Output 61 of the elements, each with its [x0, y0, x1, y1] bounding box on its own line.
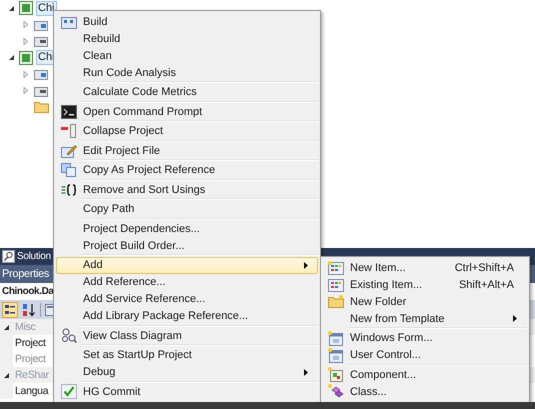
- menu-item[interactable]: Project Dependencies...: [56, 220, 318, 237]
- menu-item[interactable]: Collapse Project: [56, 122, 318, 140]
- references-icon[interactable]: [34, 35, 48, 48]
- properties-icon[interactable]: [34, 68, 48, 80]
- collapse-icon[interactable]: [3, 324, 10, 330]
- sort-icon[interactable]: [21, 302, 37, 318]
- braces-icon: [61, 182, 77, 196]
- build-icon: [61, 14, 77, 28]
- menu-item[interactable]: Add Library Package Reference...: [56, 308, 318, 324]
- menu-item[interactable]: Class...: [323, 383, 527, 400]
- menu-item[interactable]: New Item... Ctrl+Shift+A: [323, 259, 527, 276]
- class-icon: [328, 384, 344, 399]
- window-icon: [328, 330, 344, 346]
- menu-item[interactable]: Edit Project File: [56, 142, 318, 159]
- project-icon: [19, 1, 33, 16]
- menu-item[interactable]: Copy As Project Reference: [56, 162, 318, 178]
- menu-item[interactable]: Windows Form...: [323, 330, 527, 346]
- collapse-icon: [61, 124, 77, 138]
- tab-label[interactable]: Solution: [17, 251, 51, 262]
- menu-item[interactable]: Run Code Analysis: [56, 64, 318, 81]
- category-label: Misc: [15, 321, 36, 333]
- copy-icon: [61, 163, 77, 177]
- menu-item[interactable]: Remove and Sort Usings: [56, 181, 318, 198]
- folder-icon: [328, 295, 344, 308]
- menu-item[interactable]: Build: [56, 13, 318, 30]
- menu-item[interactable]: Add Service Reference...: [56, 290, 318, 308]
- class-diagram-icon: [61, 328, 77, 343]
- check-icon: [61, 384, 77, 399]
- object-name: Chinook.Da: [2, 286, 54, 297]
- console-icon: [61, 104, 77, 118]
- new-item-icon: [328, 260, 344, 274]
- properties-icon[interactable]: [34, 18, 48, 31]
- menu-item[interactable]: New from Template: [323, 310, 527, 327]
- menu-item[interactable]: Clean: [56, 47, 318, 64]
- control-icon: [328, 348, 344, 362]
- menu-item[interactable]: Rebuild: [56, 30, 318, 47]
- tree-node-label[interactable]: Chi: [36, 0, 57, 16]
- menu-item[interactable]: Set as StartUp Project: [56, 346, 318, 364]
- menu-item[interactable]: HG Commit: [56, 383, 318, 400]
- edit-icon: [61, 144, 77, 158]
- existing-item-icon: [328, 278, 344, 292]
- project-icon: [19, 50, 33, 65]
- menu-item[interactable]: View Class Diagram: [56, 327, 318, 344]
- menu-item[interactable]: Debug: [56, 364, 318, 380]
- menu-item[interactable]: User Control...: [323, 346, 527, 364]
- menu-item[interactable]: Project Build Order...: [56, 237, 318, 254]
- menu-item[interactable]: New Folder: [323, 293, 527, 310]
- menu-item[interactable]: Existing Item... Shift+Alt+A: [323, 276, 527, 293]
- menu-item[interactable]: Component...: [323, 366, 527, 383]
- search-icon: [2, 250, 15, 263]
- categorized-icon[interactable]: [2, 302, 18, 318]
- category-label: ReShar: [15, 369, 49, 381]
- menu-item[interactable]: Copy Path: [56, 200, 318, 218]
- menu-item[interactable]: Open Command Prompt: [56, 103, 318, 120]
- component-icon: [328, 367, 344, 382]
- references-icon[interactable]: [34, 84, 48, 97]
- menu-item[interactable]: Add Reference...: [56, 274, 318, 290]
- menu-item[interactable]: Add: [56, 256, 318, 274]
- collapse-icon[interactable]: [3, 372, 10, 378]
- menu-item[interactable]: Calculate Code Metrics: [56, 84, 318, 100]
- panel-title: Properties: [2, 268, 50, 280]
